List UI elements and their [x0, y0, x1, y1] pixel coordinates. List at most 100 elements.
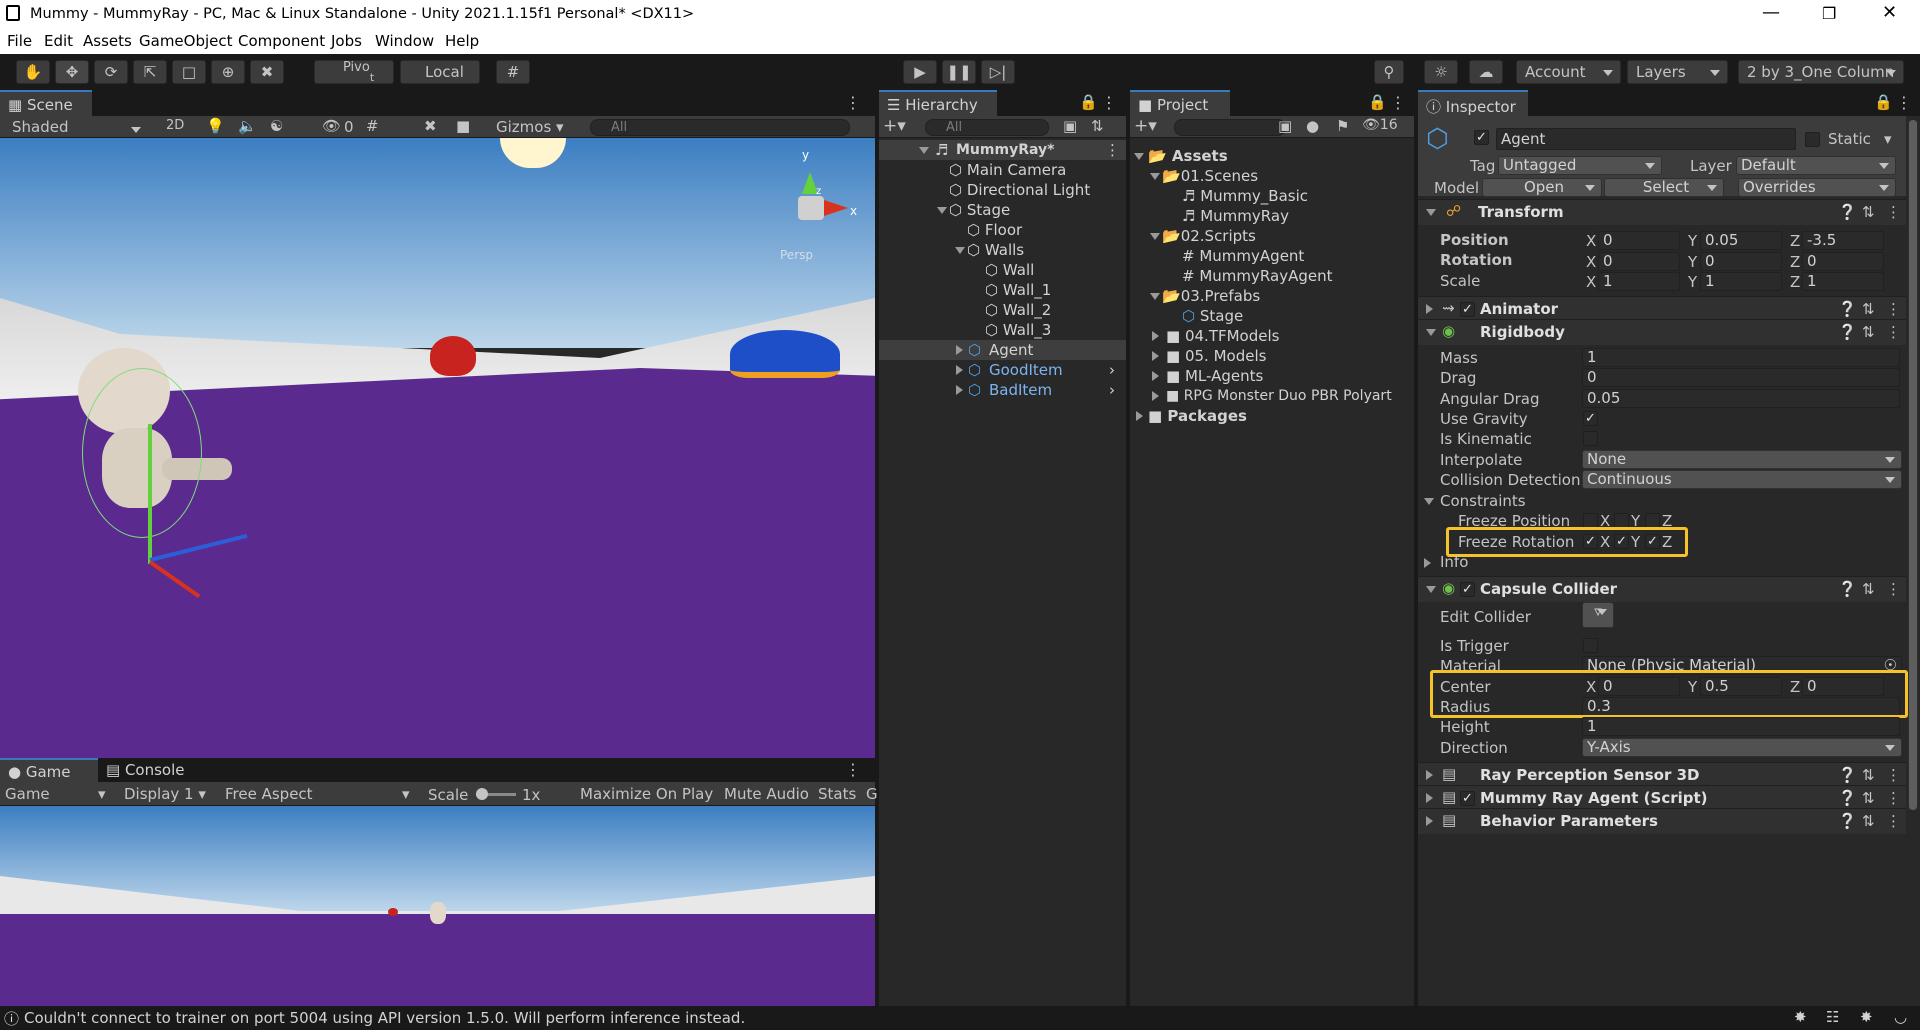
project-search-input[interactable]	[1174, 119, 1286, 136]
interpolate-dropdown[interactable]: None	[1582, 450, 1902, 469]
menu-jobs[interactable]: Jobs	[331, 32, 362, 50]
pause-button[interactable]: ❚❚	[942, 60, 976, 84]
capsule-enabled-checkbox[interactable]: ✓	[1460, 582, 1475, 597]
help-icon[interactable]: ❔	[1838, 300, 1857, 318]
expand-arrow-icon[interactable]	[1426, 793, 1438, 803]
project-item[interactable]: ♬ MummyRay	[1182, 206, 1289, 226]
hierarchy-item[interactable]: ⬡ Main Camera	[949, 160, 1066, 180]
hidden-packages-icon[interactable]: 👁16	[1362, 117, 1398, 133]
component-menu-icon[interactable]: ⋮	[1886, 323, 1901, 341]
layout-dropdown[interactable]: 2 by 3_One Column	[1738, 60, 1904, 84]
agent-script-enabled-checkbox[interactable]: ✓	[1460, 791, 1475, 806]
stats-toggle[interactable]: Stats	[818, 785, 856, 803]
preset-icon[interactable]: ⇅	[1862, 323, 1875, 341]
help-icon[interactable]: ❔	[1838, 789, 1857, 807]
cache-server-icon[interactable]: ☷	[1826, 1008, 1839, 1026]
tab-game[interactable]: ● Game	[0, 758, 98, 782]
hierarchy-item[interactable]: ⬡ Floor	[967, 220, 1022, 240]
expand-arrow-icon[interactable]	[1150, 293, 1160, 305]
behavior-parameters-header[interactable]: ▤ Behavior Parameters ❔ ⇅ ⋮	[1418, 808, 1906, 834]
layer-dropdown[interactable]: Default	[1736, 156, 1896, 175]
hierarchy-item[interactable]: ⬡ BadItem ›	[879, 380, 1126, 400]
static-checkbox[interactable]	[1805, 132, 1820, 147]
menu-help[interactable]: Help	[445, 32, 479, 50]
help-icon[interactable]: ❔	[1838, 580, 1857, 598]
hierarchy-item-selected[interactable]: ⬡ Agent	[879, 340, 1126, 360]
more-options-icon[interactable]: ⋮	[1101, 93, 1117, 112]
services-icon[interactable]: ☼	[1424, 60, 1458, 84]
expand-arrow-icon[interactable]	[1426, 770, 1438, 780]
hierarchy-item[interactable]: ⬡ Wall	[985, 260, 1034, 280]
rect-tool-icon[interactable]: □	[172, 60, 206, 84]
preset-icon[interactable]: ⇅	[1862, 580, 1875, 598]
play-button[interactable]: ▶	[903, 60, 937, 84]
account-dropdown[interactable]: Account	[1516, 60, 1621, 84]
freeze-position-x-checkbox[interactable]	[1583, 513, 1598, 528]
cloud-icon[interactable]: ☁	[1469, 60, 1503, 84]
expand-arrow-icon[interactable]	[1152, 371, 1164, 381]
hierarchy-item[interactable]: ⬡ Wall_1	[985, 280, 1051, 300]
freeze-position-z-checkbox[interactable]	[1645, 513, 1660, 528]
capsule-collider-header[interactable]: ◉ ✓ Capsule Collider ❔ ⇅ ⋮	[1418, 576, 1906, 602]
chevron-right-icon[interactable]: ›	[1109, 380, 1115, 400]
menu-assets[interactable]: Assets	[83, 32, 132, 50]
collapse-arrow-icon[interactable]	[1426, 586, 1436, 598]
row-menu-icon[interactable]: ⋮	[1105, 140, 1120, 160]
collapse-arrow-icon[interactable]	[1424, 498, 1434, 510]
search-by-type-icon[interactable]: ▣	[1278, 117, 1292, 135]
custom-tool-icon[interactable]: ✖	[250, 60, 284, 84]
expand-arrow-icon[interactable]	[1424, 558, 1436, 568]
hand-tool-icon[interactable]: ✋	[16, 60, 50, 84]
project-item[interactable]: ♬ Mummy_Basic	[1182, 186, 1308, 206]
pivot-toggle[interactable]: Pivo t	[314, 60, 394, 84]
audio-icon[interactable]: 🔈	[238, 117, 257, 135]
scene-visibility-icon[interactable]: ▣	[1063, 117, 1077, 135]
component-menu-icon[interactable]: ⋮	[1886, 812, 1901, 830]
active-checkbox[interactable]: ✓	[1474, 130, 1489, 145]
component-menu-icon[interactable]: ⋮	[1886, 203, 1901, 221]
menu-edit[interactable]: Edit	[44, 32, 73, 50]
aspect-dropdown[interactable]: Free Aspect	[225, 785, 313, 803]
orientation-gizmo[interactable]: y x z Persp	[770, 148, 860, 262]
component-menu-icon[interactable]: ⋮	[1886, 789, 1901, 807]
lock-icon[interactable]: 🔒	[1368, 93, 1387, 111]
tab-scene[interactable]: ▦ Scene	[0, 90, 92, 116]
tab-hierarchy[interactable]: ☰ Hierarchy	[879, 90, 997, 116]
expand-arrow-icon[interactable]	[937, 207, 947, 219]
project-item[interactable]: ■ 05. Models	[1166, 346, 1266, 366]
mode-2d-toggle[interactable]: 2D	[166, 118, 184, 133]
grid-snap-icon[interactable]: #	[496, 60, 530, 84]
expand-arrow-icon[interactable]	[1150, 233, 1160, 245]
is-kinematic-checkbox[interactable]	[1583, 431, 1598, 446]
model-select-button[interactable]: Select	[1604, 178, 1724, 197]
auto-generate-lighting-icon[interactable]: ✸	[1860, 1008, 1873, 1026]
scale-slider-thumb[interactable]	[476, 788, 488, 800]
sort-icon[interactable]: ⇅	[1091, 117, 1104, 135]
create-icon[interactable]: +▾	[1134, 116, 1157, 136]
bad-item-object[interactable]	[430, 336, 476, 376]
mass-field[interactable]: 1	[1582, 348, 1900, 367]
help-icon[interactable]: ❔	[1838, 323, 1857, 341]
collapse-arrow-icon[interactable]	[919, 147, 929, 159]
lighting-icon[interactable]: 💡	[206, 117, 225, 135]
menu-component[interactable]: Component	[238, 32, 325, 50]
game-viewport[interactable]	[0, 806, 875, 1006]
move-tool-icon[interactable]: ✥	[55, 60, 89, 84]
scale-tool-icon[interactable]: ⇱	[133, 60, 167, 84]
more-options-icon[interactable]: ⋮	[845, 760, 861, 779]
expand-arrow-icon[interactable]	[955, 247, 965, 259]
local-toggle[interactable]: Local	[400, 60, 480, 84]
hierarchy-item[interactable]: ⬡ Wall_3	[985, 320, 1051, 340]
mute-audio-toggle[interactable]: Mute Audio	[724, 785, 809, 803]
expand-arrow-icon[interactable]	[956, 385, 968, 395]
tag-dropdown[interactable]: Untagged	[1498, 156, 1662, 175]
preset-icon[interactable]: ⇅	[1862, 812, 1875, 830]
expand-arrow-icon[interactable]	[1426, 816, 1438, 826]
project-item[interactable]: # MummyAgent	[1182, 246, 1304, 266]
scale-y-field[interactable]: 1	[1700, 272, 1782, 291]
hierarchy-root-row[interactable]: ♬ MummyRay* ⋮	[879, 140, 1126, 160]
scene-viewport[interactable]: y x z Persp	[0, 138, 875, 758]
hierarchy-search-input[interactable]: All	[925, 119, 1049, 136]
scrollbar-thumb[interactable]	[1909, 120, 1917, 810]
collision-detection-dropdown[interactable]: Continuous	[1582, 470, 1902, 489]
